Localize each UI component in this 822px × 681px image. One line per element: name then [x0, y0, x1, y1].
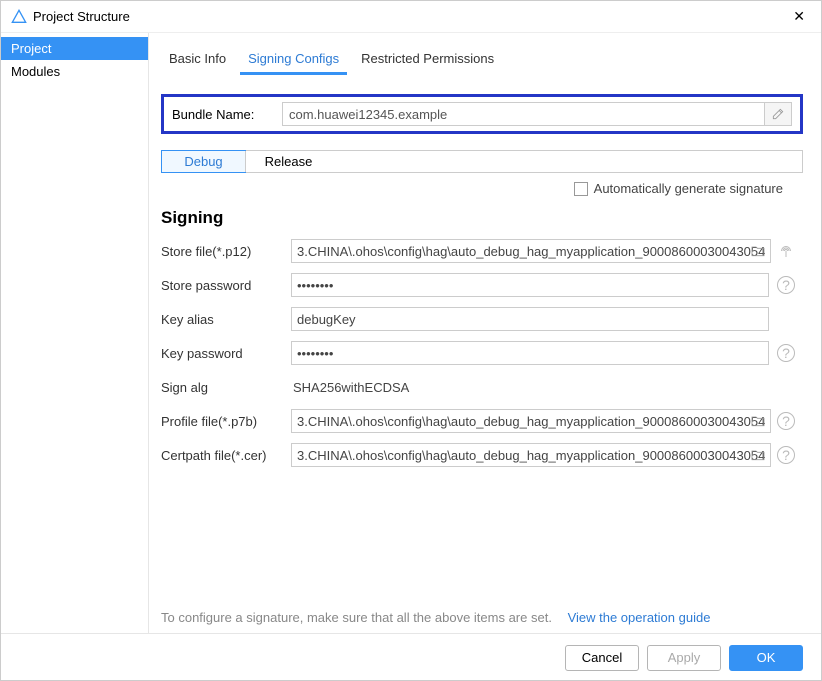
hint-row: To configure a signature, make sure that… [161, 596, 803, 633]
segment-debug[interactable]: Debug [161, 150, 246, 173]
tab-signing-configs[interactable]: Signing Configs [240, 45, 347, 75]
dialog-footer: Cancel Apply OK [1, 633, 821, 681]
pencil-icon [771, 107, 785, 121]
signing-form: Store file(*.p12) Store password ? Key a… [161, 234, 803, 472]
main-panel: Basic Info Signing Configs Restricted Pe… [149, 33, 821, 633]
folder-icon [750, 413, 766, 429]
store-file-browse-button[interactable] [747, 239, 769, 263]
bundle-name-row: Bundle Name: [161, 94, 803, 134]
auto-generate-row: Automatically generate signature [161, 181, 803, 196]
key-password-input[interactable] [291, 341, 769, 365]
help-icon[interactable]: ? [777, 412, 795, 430]
apply-button[interactable]: Apply [647, 645, 721, 671]
app-logo-icon [11, 9, 27, 25]
store-file-input[interactable] [291, 239, 771, 263]
tabs: Basic Info Signing Configs Restricted Pe… [161, 45, 803, 76]
store-file-label: Store file(*.p12) [161, 244, 291, 259]
sidebar-item-project[interactable]: Project [1, 37, 148, 60]
ok-button[interactable]: OK [729, 645, 803, 671]
help-icon[interactable]: ? [777, 276, 795, 294]
folder-icon [750, 447, 766, 463]
bundle-name-input[interactable] [282, 102, 765, 126]
help-icon[interactable]: ? [777, 344, 795, 362]
sidebar: Project Modules [1, 33, 149, 633]
edit-bundle-name-button[interactable] [764, 102, 792, 126]
help-icon[interactable]: ? [777, 446, 795, 464]
certpath-file-input[interactable] [291, 443, 771, 467]
operation-guide-link[interactable]: View the operation guide [568, 610, 711, 625]
sign-alg-label: Sign alg [161, 380, 291, 395]
sidebar-item-modules[interactable]: Modules [1, 60, 148, 83]
sign-alg-value: SHA256withECDSA [291, 380, 769, 395]
titlebar: Project Structure ✕ [1, 1, 821, 33]
auto-generate-checkbox[interactable] [574, 182, 588, 196]
fingerprint-icon[interactable] [777, 242, 795, 260]
window-title: Project Structure [33, 9, 787, 24]
cancel-button[interactable]: Cancel [565, 645, 639, 671]
certpath-file-browse-button[interactable] [747, 443, 769, 467]
auto-generate-label: Automatically generate signature [594, 181, 783, 196]
segment-release[interactable]: Release [246, 151, 331, 172]
key-alias-input[interactable] [291, 307, 769, 331]
tab-basic-info[interactable]: Basic Info [161, 45, 234, 75]
store-password-label: Store password [161, 278, 291, 293]
bundle-name-label: Bundle Name: [172, 107, 282, 122]
close-icon[interactable]: ✕ [787, 4, 811, 29]
profile-file-browse-button[interactable] [747, 409, 769, 433]
build-type-segment: Debug Release [161, 150, 803, 173]
key-alias-label: Key alias [161, 312, 291, 327]
hint-text: To configure a signature, make sure that… [161, 610, 552, 625]
tab-restricted-permissions[interactable]: Restricted Permissions [353, 45, 502, 75]
signing-heading: Signing [161, 208, 803, 228]
key-password-label: Key password [161, 346, 291, 361]
certpath-file-label: Certpath file(*.cer) [161, 448, 291, 463]
folder-icon [750, 243, 766, 259]
profile-file-label: Profile file(*.p7b) [161, 414, 291, 429]
store-password-input[interactable] [291, 273, 769, 297]
profile-file-input[interactable] [291, 409, 771, 433]
